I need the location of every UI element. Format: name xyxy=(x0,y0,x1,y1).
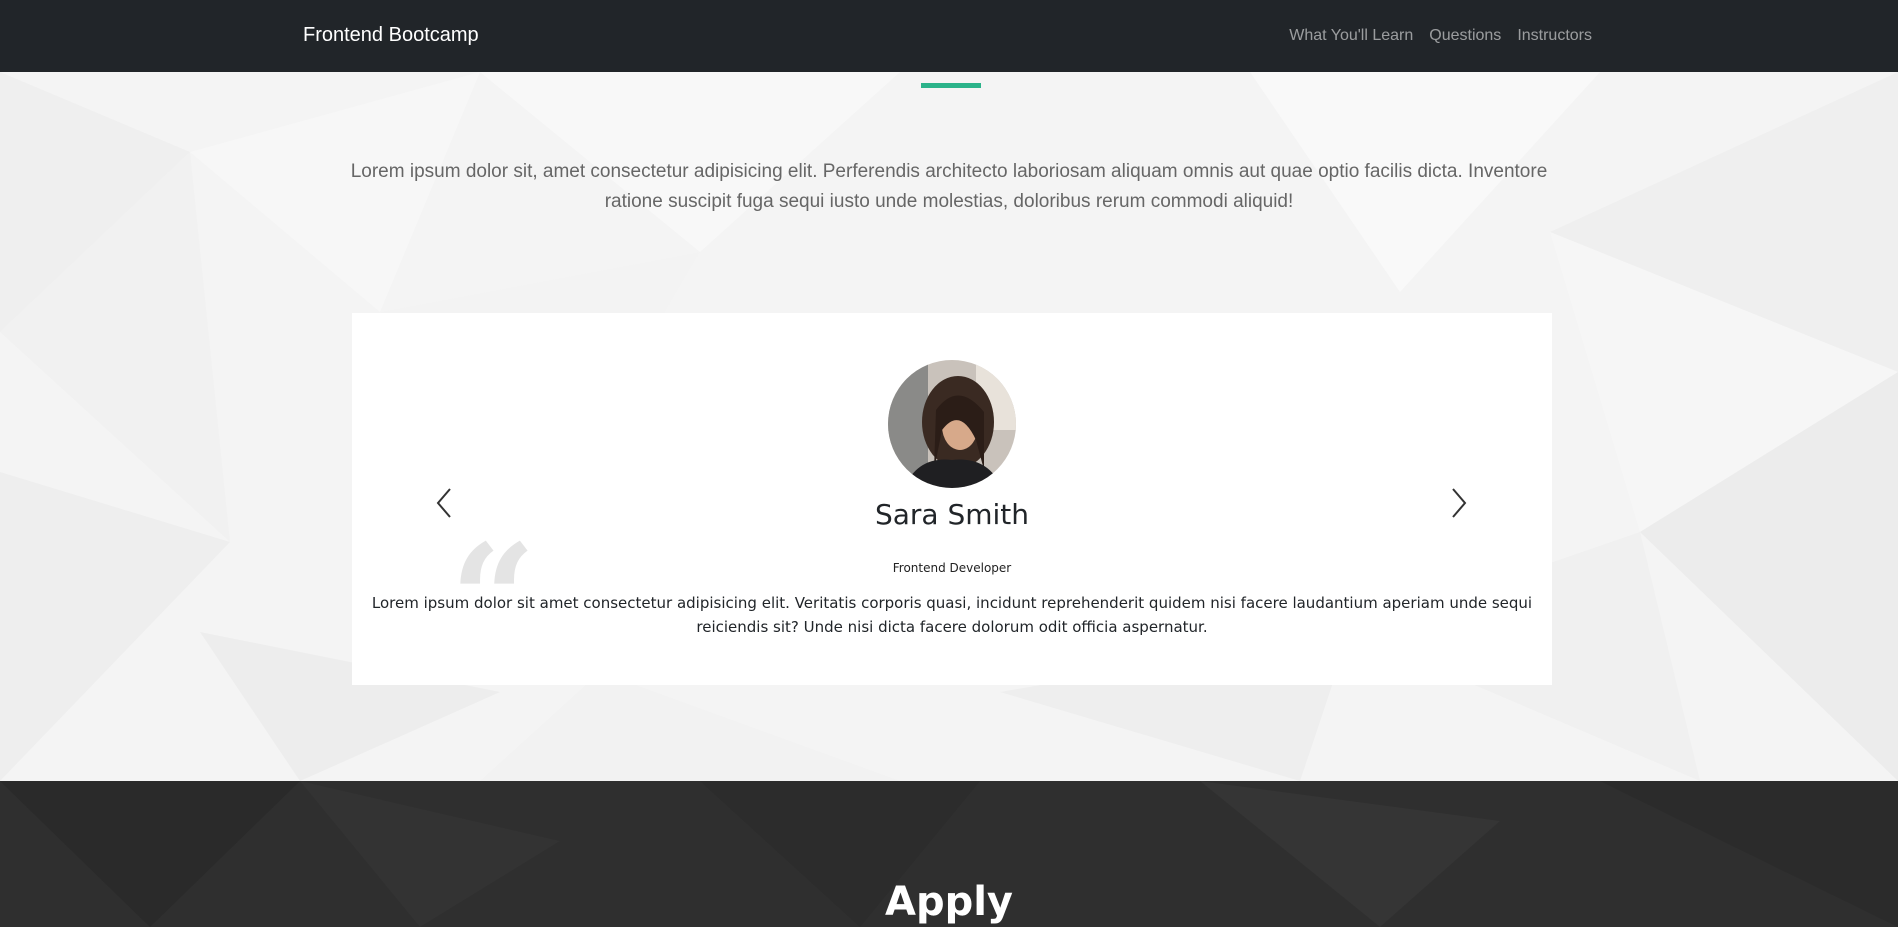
apply-heading: Apply xyxy=(884,879,1013,925)
brand-link[interactable]: Frontend Bootcamp xyxy=(303,24,479,47)
apply-section: Apply xyxy=(0,781,1898,927)
nav-links: What You'll Learn Questions Instructors xyxy=(1289,27,1592,45)
section-intro-text: Lorem ipsum dolor sit, amet consectetur … xyxy=(350,161,1548,212)
testimonial-quote: Lorem ipsum dolor sit amet consectetur a… xyxy=(371,594,1533,636)
testimonial-name: Sara Smith xyxy=(874,498,1030,531)
testimonial-role: Frontend Developer xyxy=(892,561,1012,575)
avatar-photo xyxy=(888,360,1016,488)
nav-link-questions[interactable]: Questions xyxy=(1429,27,1501,45)
nav-link-what-youll-learn[interactable]: What You'll Learn xyxy=(1289,27,1413,45)
testimonial-card: “ Sara Smith Frontend Developer Lorem ip… xyxy=(352,313,1552,685)
navbar: Frontend Bootcamp What You'll Learn Ques… xyxy=(0,0,1898,72)
nav-link-instructors[interactable]: Instructors xyxy=(1517,27,1592,45)
avatar xyxy=(888,360,1016,488)
testimonials-section: Lorem ipsum dolor sit, amet consectetur … xyxy=(0,72,1898,781)
accent-divider xyxy=(921,83,981,88)
